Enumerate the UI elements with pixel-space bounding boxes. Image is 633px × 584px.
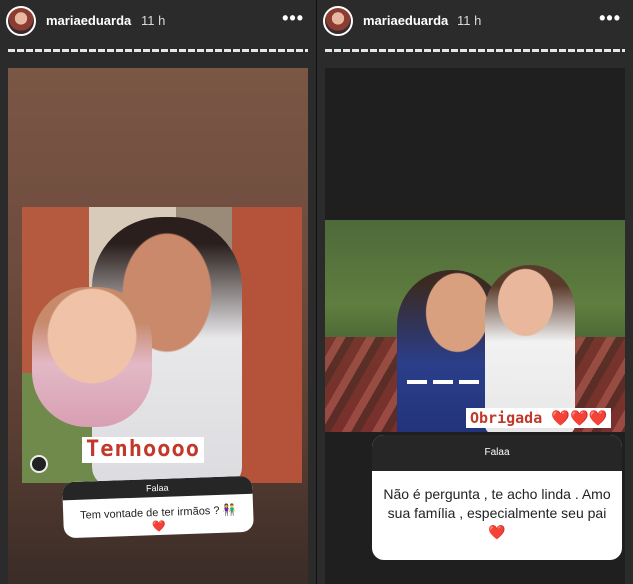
username[interactable]: mariaeduarda [363,13,448,28]
story-progress-bar [325,49,625,52]
question-text: Tem vontade de ter irmãos ? 👫 [79,504,237,522]
text-sticker: Obrigada ❤️❤️❤️ [466,408,612,428]
more-options-icon[interactable]: ••• [599,8,621,29]
story-header: mariaeduarda 11 h ••• [317,0,633,48]
heart-icon: ❤️ [488,524,506,540]
heart-icon: ❤️ [151,520,166,534]
question-sticker-header: Falaa [372,435,622,471]
story-photo [325,220,625,432]
question-sticker-text: Não é pergunta , te acho linda . Amo sua… [372,471,622,542]
avatar[interactable] [6,6,36,36]
post-time: 11 h [141,13,166,28]
username[interactable]: mariaeduarda [46,13,131,28]
story-header: mariaeduarda 11 h ••• [0,0,316,48]
post-time: 11 h [457,13,482,28]
more-options-icon[interactable]: ••• [282,8,304,29]
photo-girl [485,265,575,432]
camera-icon[interactable] [30,455,48,473]
avatar[interactable] [323,6,353,36]
story-progress-bar [8,49,308,52]
question-sticker[interactable]: Falaa Tem vontade de ter irmãos ? 👫 ❤️ [62,475,254,539]
text-sticker: Tenhoooo [82,437,204,463]
question-text: Não é pergunta , te acho linda . Amo sua… [383,486,611,521]
question-sticker[interactable]: Falaa Não é pergunta , te acho linda . A… [372,435,622,560]
photo-child [32,287,152,427]
question-sticker-text: Tem vontade de ter irmãos ? 👫 ❤️ [63,494,254,538]
